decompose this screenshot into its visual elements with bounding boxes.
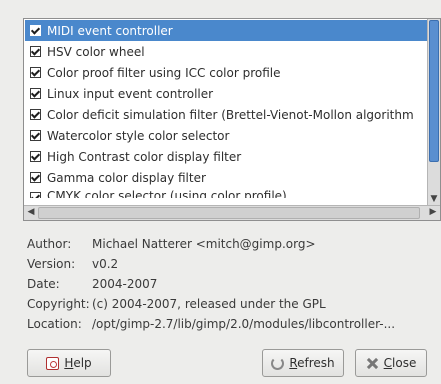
module-label: HSV color wheel (47, 44, 145, 59)
location-value: /opt/gimp-2.7/lib/gimp/2.0/modules/libco… (92, 317, 396, 331)
module-row[interactable]: CMYK color selector (using color profile… (25, 188, 427, 198)
module-label: Color deficit simulation filter (Brettel… (47, 107, 414, 122)
vertical-scrollbar[interactable]: ▼ (427, 19, 440, 206)
close-label: Close (383, 356, 417, 370)
version-key: Version: (27, 257, 76, 271)
module-checkbox[interactable] (30, 46, 41, 57)
chevron-right-icon[interactable]: ▶ (427, 207, 439, 218)
date-key: Date: (27, 277, 60, 291)
module-label: Watercolor style color selector (47, 128, 230, 143)
location-key: Location: (27, 317, 82, 331)
author-row: Author: Michael Natterer <mitch@gimp.org… (27, 234, 395, 254)
location-row: Location: /opt/gimp-2.7/lib/gimp/2.0/mod… (27, 314, 395, 334)
help-icon (46, 356, 60, 370)
module-checkbox[interactable] (30, 67, 41, 78)
module-checkbox[interactable] (30, 172, 41, 183)
help-label: Help (64, 356, 92, 370)
copyright-key: Copyright: (27, 297, 90, 311)
module-row[interactable]: Watercolor style color selector (25, 125, 427, 146)
module-row[interactable]: High Contrast color display filter (25, 146, 427, 167)
module-info: Author: Michael Natterer <mitch@gimp.org… (27, 234, 395, 334)
author-key: Author: (27, 237, 72, 251)
chevron-left-icon[interactable]: ◀ (25, 207, 37, 218)
vertical-scroll-thumb[interactable] (429, 20, 439, 162)
module-row[interactable]: Linux input event controller (25, 83, 427, 104)
help-button[interactable]: Help (27, 349, 111, 377)
module-checkbox[interactable] (30, 192, 41, 198)
refresh-label: Refresh (289, 356, 335, 370)
module-row[interactable]: HSV color wheel (25, 41, 427, 62)
horizontal-scrollbar[interactable]: ◀ ▶ (24, 205, 440, 220)
module-checkbox[interactable] (30, 109, 41, 120)
module-row[interactable]: Gamma color display filter (25, 167, 427, 188)
date-row: Date: 2004-2007 (27, 274, 395, 294)
date-value: 2004-2007 (92, 277, 158, 291)
module-checkbox[interactable] (30, 130, 41, 141)
module-row[interactable]: Color deficit simulation filter (Brettel… (25, 104, 427, 125)
version-value: v0.2 (92, 257, 119, 271)
copyright-row: Copyright: (c) 2004-2007, released under… (27, 294, 395, 314)
module-row[interactable]: Color proof filter using ICC color profi… (25, 62, 427, 83)
module-list[interactable]: MIDI event controller HSV color wheel Co… (23, 18, 441, 221)
module-label: CMYK color selector (using color profile… (47, 189, 287, 198)
module-list-rows: MIDI event controller HSV color wheel Co… (25, 20, 427, 205)
horizontal-scroll-thumb[interactable] (38, 207, 420, 219)
refresh-icon (271, 356, 285, 370)
author-value: Michael Natterer <mitch@gimp.org> (92, 237, 316, 251)
close-button[interactable]: Close (355, 349, 427, 377)
chevron-down-icon[interactable]: ▼ (428, 192, 440, 206)
module-label: Linux input event controller (47, 86, 214, 101)
module-label: Color proof filter using ICC color profi… (47, 65, 281, 80)
copyright-value: (c) 2004-2007, released under the GPL (92, 297, 326, 311)
version-row: Version: v0.2 (27, 254, 395, 274)
module-label: High Contrast color display filter (47, 149, 242, 164)
module-label: MIDI event controller (47, 23, 173, 38)
module-checkbox[interactable] (30, 25, 41, 36)
module-checkbox[interactable] (30, 88, 41, 99)
close-icon (366, 357, 379, 370)
refresh-button[interactable]: Refresh (262, 349, 344, 377)
module-label: Gamma color display filter (47, 170, 206, 185)
module-row[interactable]: MIDI event controller (25, 20, 427, 41)
module-checkbox[interactable] (30, 151, 41, 162)
